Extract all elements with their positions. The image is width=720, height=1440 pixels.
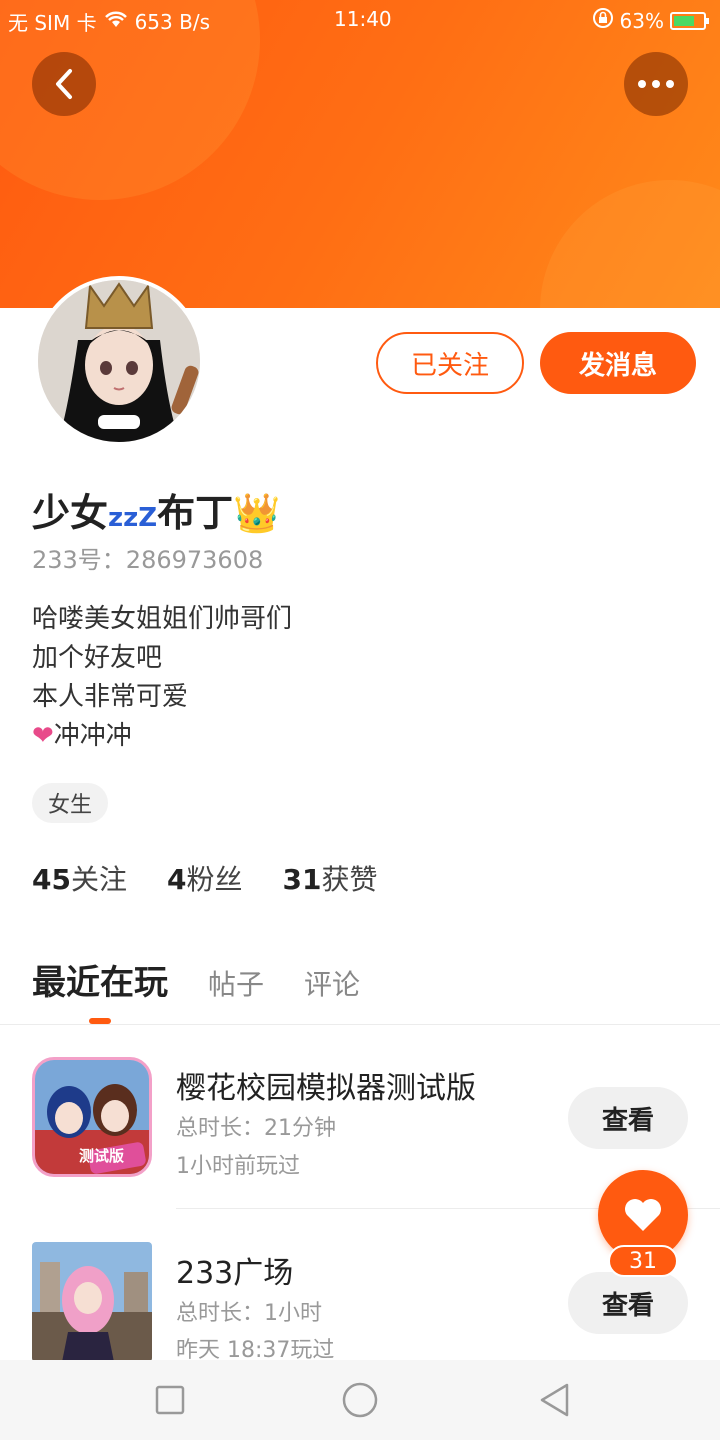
nickname-zzz: zzZ	[108, 503, 158, 533]
nickname-text: 少女	[32, 491, 109, 535]
game-last-played: 1小时前玩过	[176, 1154, 300, 1179]
bio: 哈喽美女姐姐们帅哥们 加个好友吧 本人非常可爱 ❤冲冲冲	[32, 600, 292, 756]
more-dots-icon	[638, 80, 674, 88]
user-id: 233号：286973608	[32, 546, 264, 574]
rotation-lock-icon	[592, 7, 614, 34]
wifi-icon	[103, 9, 129, 34]
more-button[interactable]	[624, 52, 688, 116]
following-label: 关注	[70, 863, 127, 896]
heart-icon	[625, 1199, 661, 1231]
avatar[interactable]	[34, 276, 204, 446]
fans-label: 粉丝	[186, 863, 243, 896]
likes-stat[interactable]: 31获赞	[282, 858, 377, 898]
divider	[0, 1024, 720, 1025]
bio-line: 哈喽美女姐姐们帅哥们	[32, 604, 293, 634]
game-icon-plaza[interactable]	[32, 1242, 152, 1362]
fans-stat[interactable]: 4粉丝	[167, 858, 243, 898]
square-icon	[155, 1385, 185, 1415]
nickname-tail: 布丁	[157, 491, 234, 535]
chevron-left-icon	[56, 69, 72, 99]
view-game-button[interactable]: 查看	[568, 1272, 688, 1334]
bio-line: ❤冲冲冲	[32, 717, 292, 756]
carrier-text: 无 SIM 卡	[8, 11, 97, 35]
profile-tabs: 最近在玩 帖子 评论	[32, 955, 400, 1004]
tab-recent-play[interactable]: 最近在玩	[32, 955, 168, 1004]
bio-line: 加个好友吧	[32, 643, 163, 673]
recent-apps-button[interactable]	[150, 1380, 190, 1420]
back-button[interactable]	[32, 52, 96, 116]
banner-decoration	[540, 180, 720, 308]
heart-emoji: ❤	[32, 721, 54, 751]
crown-emoji: 👑	[233, 491, 281, 535]
game-duration: 总时长：1小时	[176, 1301, 322, 1326]
game-title[interactable]: 233广场	[176, 1248, 293, 1292]
followed-button[interactable]: 已关注	[376, 332, 524, 394]
game-badge-test: 测试版	[79, 1147, 125, 1165]
home-button[interactable]	[340, 1380, 380, 1420]
following-count: 45	[32, 863, 71, 896]
triangle-back-icon	[540, 1383, 569, 1417]
clock: 11:40	[334, 7, 392, 31]
circle-icon	[342, 1382, 378, 1418]
tab-comments[interactable]: 评论	[304, 963, 360, 1003]
likes-count: 31	[282, 863, 322, 896]
like-count-badge: 31	[608, 1245, 678, 1277]
likes-label: 获赞	[321, 863, 378, 896]
game-icon-sakura[interactable]: 测试版	[32, 1057, 152, 1177]
game-duration: 总时长：21分钟	[176, 1116, 336, 1141]
tab-posts[interactable]: 帖子	[208, 963, 264, 1003]
system-back-button[interactable]	[534, 1380, 574, 1420]
bio-line: 本人非常可爱	[32, 682, 189, 712]
view-game-button[interactable]: 查看	[568, 1087, 688, 1149]
send-message-button[interactable]: 发消息	[540, 332, 696, 394]
profile-header-banner	[0, 0, 720, 308]
nickname: 少女zzZ布丁👑	[32, 482, 280, 537]
network-speed: 653 B/s	[134, 9, 210, 34]
gender-tag: 女生	[32, 783, 109, 823]
status-bar: 无 SIM 卡 653 B/s 11:40 63%	[0, 0, 720, 38]
battery-icon	[670, 11, 709, 30]
bio-text: 冲冲冲	[53, 721, 132, 751]
stats-row: 45关注 4粉丝 31获赞	[32, 858, 417, 898]
game-title[interactable]: 樱花校园模拟器测试版	[176, 1063, 476, 1107]
fans-count: 4	[166, 863, 187, 896]
system-nav-bar	[0, 1360, 720, 1440]
following-stat[interactable]: 45关注	[32, 858, 127, 898]
battery-percent: 63%	[619, 8, 664, 33]
